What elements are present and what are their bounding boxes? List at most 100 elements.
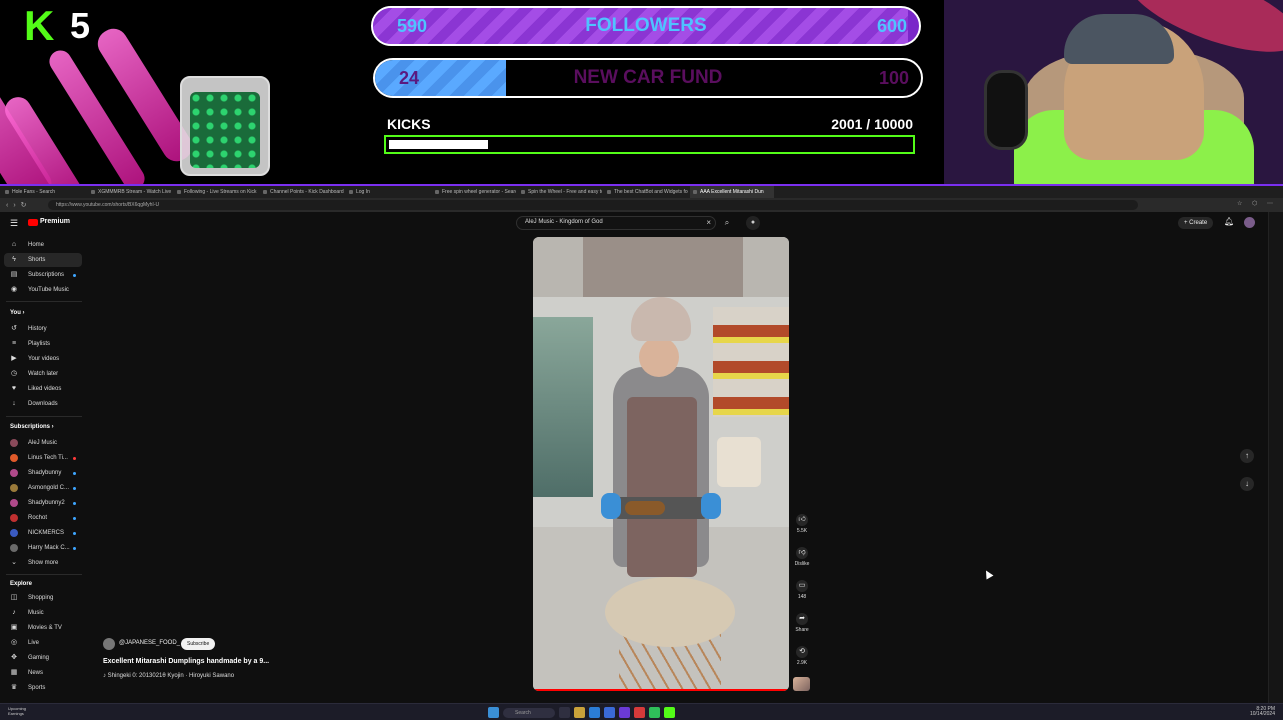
clock-icon: ◷: [10, 370, 18, 377]
store-icon[interactable]: [604, 707, 615, 718]
dislike-icon: 👎︎: [796, 547, 808, 559]
sidebar-item-live[interactable]: ◎ Live: [4, 636, 82, 650]
sidebar-you-header[interactable]: You ›: [10, 310, 25, 316]
subscribe-button[interactable]: Subscribe: [181, 638, 216, 650]
channel-avatar: [10, 439, 18, 447]
sidebar-item-history[interactable]: ↺ History: [4, 322, 82, 336]
browser-tab[interactable]: The best ChatBot and Widgets for: [604, 186, 688, 198]
sidebar-subscription[interactable]: NICKMERCS: [4, 526, 82, 540]
browser-tab[interactable]: Channel Points - Kick Dashboard: [260, 186, 344, 198]
sidebar-item-downloads[interactable]: ↓ Downloads: [4, 397, 82, 411]
short-music[interactable]: ♪ Shingeki 0: 2013021θ Kyojin · Hiroyuki…: [103, 673, 234, 679]
like-button[interactable]: 👍︎ 5.5K: [792, 514, 812, 534]
video-progress-bar[interactable]: [533, 689, 789, 691]
sidebar-subscription[interactable]: Shadybunny: [4, 466, 82, 480]
url-field[interactable]: https://www.youtube.com/shorts/BX6qgMyhI…: [48, 200, 1138, 210]
remix-button[interactable]: ⟲ 2.9K: [792, 646, 812, 666]
sidebar-item-youtube-music[interactable]: ◉ YouTube Music: [4, 283, 82, 297]
channel-avatar[interactable]: [103, 638, 115, 650]
browser-tab[interactable]: XGMMMRB Stream - Watch Live: [88, 186, 172, 198]
sidebar-item-label: Show more: [28, 560, 59, 566]
app-icon[interactable]: [619, 707, 630, 718]
sidebar-item-subscriptions[interactable]: ▤ Subscriptions: [4, 268, 82, 282]
next-short-button[interactable]: ↓: [1240, 477, 1254, 491]
sidebar-item-label: Shadybunny: [28, 470, 62, 476]
microphone-icon[interactable]: ●: [746, 216, 760, 230]
share-button[interactable]: ➦ Share: [792, 613, 812, 633]
channel-avatar: [10, 469, 18, 477]
edge-icon[interactable]: [589, 707, 600, 718]
sidebar-item-shorts[interactable]: ϟ Shorts: [4, 253, 82, 267]
sidebar-item-label: Liked videos: [28, 386, 62, 392]
new-content-dot: [73, 472, 76, 475]
sidebar-subscription[interactable]: Rochot: [4, 511, 82, 525]
sidebar-item-news[interactable]: ▦ News: [4, 666, 82, 680]
sound-thumbnail[interactable]: [793, 677, 810, 691]
sidebar-item-watch-later[interactable]: ◷ Watch later: [4, 367, 82, 381]
bell-icon[interactable]: 🔔︎: [1224, 217, 1234, 226]
side-panel-strip[interactable]: [1268, 212, 1283, 705]
short-video-player[interactable]: [533, 237, 789, 691]
browser-tab[interactable]: Free spin wheel generator - Search: [432, 186, 516, 198]
kicks-goal-fill: [389, 140, 489, 149]
browser-toolbar-icons[interactable]: ☆ ⬡ ⋯: [1237, 200, 1277, 207]
sidebar-item-label: Rochot: [28, 515, 48, 521]
spotify-icon[interactable]: [649, 707, 660, 718]
sidebar-show-more[interactable]: ⌄ Show more: [4, 556, 82, 570]
sidebar-subscription[interactable]: AleJ Music: [4, 436, 82, 450]
youtube-brand[interactable]: Premium: [40, 218, 70, 225]
sidebar-item-liked-videos[interactable]: ♥ Liked videos: [4, 382, 82, 396]
trophy-icon: ♛: [10, 684, 18, 691]
sidebar-item-shopping[interactable]: ◫ Shopping: [4, 591, 82, 605]
browser-tab[interactable]: Spin the Wheel - Free and easy to use: [518, 186, 602, 198]
menu-icon[interactable]: ☰: [10, 218, 18, 229]
sidebar-subscription[interactable]: Linus Tech Ti...: [4, 451, 82, 465]
you-header-label: You: [10, 310, 21, 316]
sidebar-item-label: Subscriptions: [28, 272, 65, 278]
divider: [6, 574, 82, 575]
browser-tab-active[interactable]: AAA Excellent Mitarashi Dun: [690, 186, 774, 198]
sidebar-item-movies-tv[interactable]: ▣ Movies & TV: [4, 621, 82, 635]
comment-icon: ▭: [796, 580, 808, 592]
channel-avatar: [10, 514, 18, 522]
sidebar-subscriptions-header[interactable]: Subscriptions ›: [10, 424, 54, 430]
dislike-button[interactable]: 👎︎ Dislike: [792, 547, 812, 567]
sidebar-subscription[interactable]: Shadybunny2: [4, 496, 82, 510]
comments-button[interactable]: ▭ 148: [792, 580, 812, 600]
browser-tab[interactable]: Hole Fans - Search: [2, 186, 86, 198]
create-button[interactable]: + Create: [1178, 217, 1214, 229]
sidebar-item-label: Playlists: [28, 341, 51, 347]
browser-tab[interactable]: Following - Live Streams on Kick: [174, 186, 258, 198]
channel-avatar: [10, 544, 18, 552]
search-icon[interactable]: ⌕: [720, 216, 734, 230]
youtube-logo-icon[interactable]: [28, 219, 38, 226]
sidebar-item-music[interactable]: ♪ Music: [4, 606, 82, 620]
browser-tab[interactable]: Log In: [346, 186, 430, 198]
sidebar-subscription[interactable]: Harry Mack C...: [4, 541, 82, 555]
task-view-icon[interactable]: [559, 707, 570, 718]
bag-icon: ◫: [10, 594, 18, 601]
sidebar-subscription[interactable]: Asmongold C...: [4, 481, 82, 495]
taskbar-clock[interactable]: 8:20 PM 10/14/2024: [1250, 707, 1275, 717]
followers-goal-bar: FOLLOWERS 590 600: [371, 6, 921, 46]
taskbar-search[interactable]: Search: [503, 707, 555, 718]
sidebar-item-home[interactable]: ⌂ Home: [4, 238, 82, 252]
sidebar-item-playlists[interactable]: ≡ Playlists: [4, 337, 82, 351]
kick-icon[interactable]: [664, 707, 675, 718]
close-icon[interactable]: ×: [706, 218, 711, 227]
channel-name[interactable]: @JAPANESE_FOOD_: [119, 640, 180, 646]
avatar[interactable]: [1244, 217, 1255, 228]
search-input[interactable]: AleJ Music - Kingdom of God ×: [516, 216, 716, 230]
share-icon: ➦: [796, 613, 808, 625]
news-icon: ▦: [10, 669, 18, 676]
start-icon[interactable]: [488, 707, 499, 718]
folder-icon[interactable]: [574, 707, 585, 718]
sidebar-item-sports[interactable]: ♛ Sports: [4, 681, 82, 695]
short-title[interactable]: Excellent Mitarashi Dumplings handmade b…: [103, 658, 269, 665]
nav-arrows-icon[interactable]: ‹›↻: [6, 201, 32, 209]
opera-icon[interactable]: [634, 707, 645, 718]
previous-short-button[interactable]: ↑: [1240, 449, 1254, 463]
taskbar-widget[interactable]: Upcoming Earnings: [8, 706, 26, 716]
sidebar-item-your-videos[interactable]: ▶ Your videos: [4, 352, 82, 366]
sidebar-item-gaming[interactable]: ✥ Gaming: [4, 651, 82, 665]
